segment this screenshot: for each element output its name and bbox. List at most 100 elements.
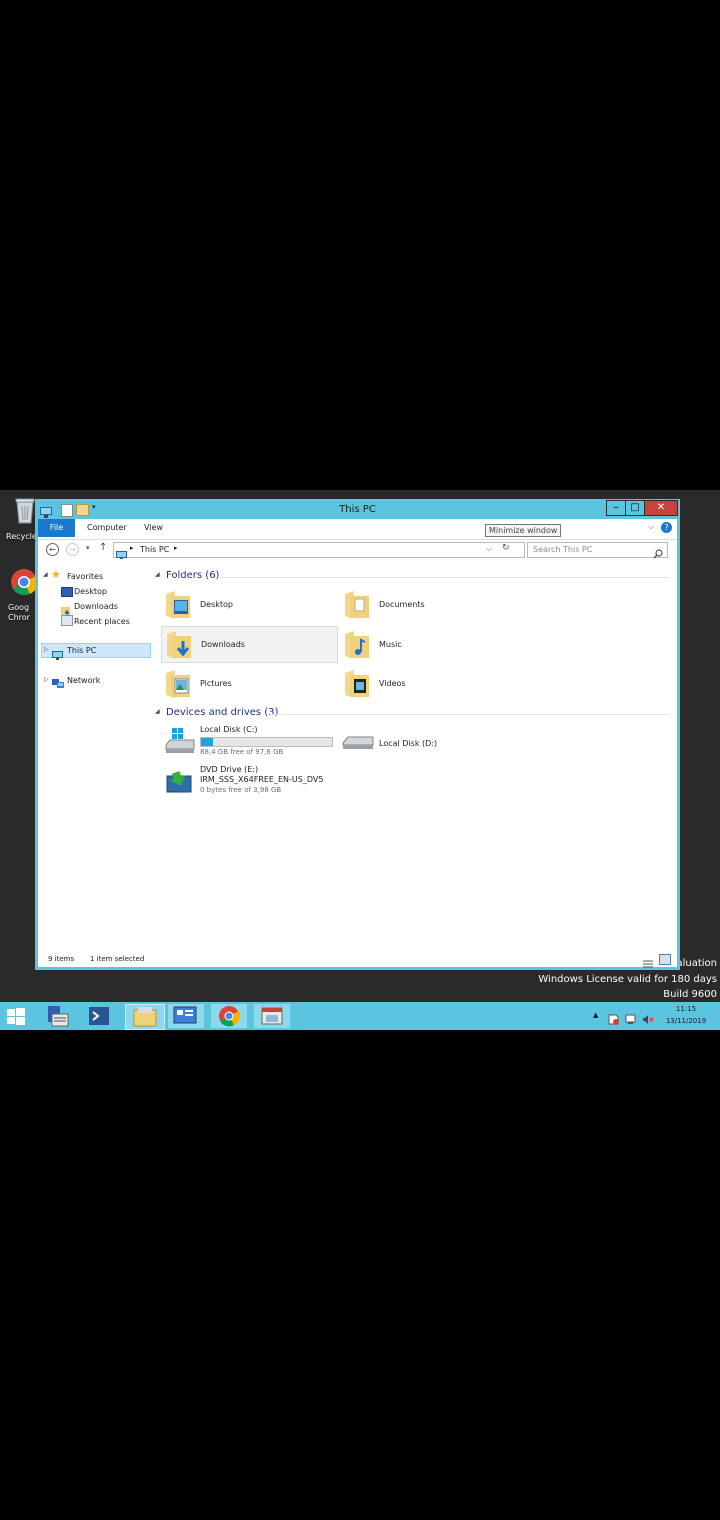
drive-d[interactable]: Local Disk (D:) <box>340 729 510 759</box>
recent-locations-icon[interactable]: ▾ <box>86 544 90 552</box>
file-explorer-icon[interactable] <box>125 1004 165 1030</box>
this-pc-expander-icon[interactable]: ▷ <box>44 646 49 653</box>
pictures-folder-icon <box>165 669 190 698</box>
folders-collapse-icon[interactable]: ◢ <box>155 571 160 578</box>
show-hidden-icons[interactable]: ▲ <box>593 1011 598 1019</box>
tab-file[interactable]: File <box>38 519 75 537</box>
drive-c-free: 88,4 GB free of 97,6 GB <box>200 748 284 756</box>
windows-drive-icon <box>164 727 196 755</box>
tab-view[interactable]: View <box>144 523 163 532</box>
breadcrumb[interactable]: This PC <box>140 545 169 554</box>
minimize-button[interactable]: – <box>606 500 626 516</box>
folder-documents-label: Documents <box>379 600 425 609</box>
title-bar[interactable]: ▾ This PC – □ ✕ <box>35 499 680 519</box>
large-icons-view-icon[interactable] <box>659 954 671 965</box>
recent-places-icon <box>61 615 73 626</box>
folder-desktop-label: Desktop <box>200 600 233 609</box>
volume-icon[interactable] <box>642 1010 654 1024</box>
help-icon[interactable]: ? <box>661 522 672 533</box>
powershell-icon[interactable] <box>82 1004 116 1028</box>
window-title: This PC <box>339 504 376 515</box>
documents-folder-icon <box>344 590 369 619</box>
server-manager-icon[interactable] <box>40 1004 74 1028</box>
nav-downloads[interactable]: Downloads <box>74 602 118 611</box>
folder-pictures-label: Pictures <box>200 679 232 688</box>
search-placeholder: Search This PC <box>533 545 593 554</box>
nav-network[interactable]: Network <box>67 676 100 685</box>
watermark-line2: Windows License valid for 180 days <box>538 974 717 985</box>
breadcrumb-separator-icon: ▸ <box>130 544 134 552</box>
folder-desktop[interactable]: Desktop <box>161 587 331 621</box>
navigation-pane: ◢ ★ Favorites Desktop Downloads Recent p… <box>38 559 154 951</box>
this-pc-nav-icon <box>52 645 63 660</box>
start-button[interactable] <box>5 1006 27 1026</box>
this-pc-icon <box>116 545 127 560</box>
videos-folder-icon <box>344 669 369 698</box>
downloads-small-icon <box>61 601 71 616</box>
nav-recent-places[interactable]: Recent places <box>74 617 130 626</box>
address-dropdown-icon[interactable]: ⌵ <box>486 544 492 554</box>
network-expander-icon[interactable]: ▷ <box>44 676 49 683</box>
dvd-drive-icon <box>165 768 193 794</box>
folder-pictures[interactable]: Pictures <box>161 666 331 700</box>
tab-computer[interactable]: Computer <box>87 523 127 532</box>
up-button[interactable]: ↑ <box>99 542 107 553</box>
drive-c[interactable]: Local Disk (C:) 88,4 GB free of 97,6 GB <box>161 724 336 759</box>
drive-e[interactable]: DVD Drive (E:) IRM_SSS_X64FREE_EN-US_DV5… <box>161 764 361 799</box>
ribbon-expand-icon[interactable]: ⌵ <box>648 522 654 532</box>
drives-group-title[interactable]: Devices and drives (3) <box>166 707 278 718</box>
hard-drive-icon <box>342 735 374 751</box>
back-button[interactable]: ← <box>46 543 59 556</box>
breadcrumb-chevron-icon[interactable]: ▸ <box>174 544 178 552</box>
drive-c-usage-fill <box>201 738 214 746</box>
address-field[interactable]: ▸ This PC ▸ ⌵ ↻ <box>113 542 525 560</box>
folder-documents[interactable]: Documents <box>340 587 510 621</box>
close-button[interactable]: ✕ <box>644 500 678 516</box>
folders-group-title[interactable]: Folders (6) <box>166 570 219 581</box>
nav-favorites[interactable]: Favorites <box>67 572 103 581</box>
folder-downloads[interactable]: Downloads <box>161 626 338 663</box>
action-center-icon[interactable] <box>608 1010 619 1025</box>
drive-e-volume-label: IRM_SSS_X64FREE_EN-US_DV5 <box>200 775 324 784</box>
chrome-icon[interactable] <box>10 568 38 596</box>
address-bar: ← → ▾ ↑ ▸ This PC ▸ ⌵ ↻ Search This PC <box>38 539 677 560</box>
drive-c-label: Local Disk (C:) <box>200 725 258 734</box>
desktop-small-icon <box>61 587 73 597</box>
downloads-folder-icon <box>166 630 191 659</box>
nav-desktop[interactable]: Desktop <box>74 587 107 596</box>
chrome-taskbar-icon[interactable] <box>211 1004 247 1028</box>
star-icon: ★ <box>51 568 61 581</box>
remote-app-icon[interactable] <box>254 1004 290 1028</box>
clock-time[interactable]: 11:15 <box>663 1005 709 1013</box>
ribbon: File Computer View Minimize window ⌵ ? <box>38 519 677 539</box>
favorites-expander-icon[interactable]: ◢ <box>43 571 48 578</box>
folder-videos[interactable]: Videos <box>340 666 510 700</box>
maximize-button[interactable]: □ <box>625 500 645 516</box>
search-input[interactable]: Search This PC <box>527 542 668 559</box>
folders-divider <box>220 577 669 578</box>
drive-e-free: 0 bytes free of 3,98 GB <box>200 786 282 794</box>
drive-d-label: Local Disk (D:) <box>379 739 438 748</box>
folder-videos-label: Videos <box>379 679 406 688</box>
content-pane: ◢ Folders (6) Desktop Documents Download… <box>154 559 677 951</box>
network-icon <box>52 674 64 688</box>
details-view-icon[interactable] <box>643 954 653 968</box>
refresh-icon[interactable]: ↻ <box>502 543 510 553</box>
drive-e-label: DVD Drive (E:) <box>200 765 259 774</box>
search-icon[interactable] <box>653 544 663 559</box>
drives-collapse-icon[interactable]: ◢ <box>155 708 160 715</box>
music-folder-icon <box>344 630 369 659</box>
control-panel-icon[interactable] <box>168 1004 204 1028</box>
nav-this-pc[interactable]: This PC <box>67 646 96 655</box>
network-tray-icon[interactable] <box>625 1010 636 1024</box>
folder-music[interactable]: Music <box>340 627 510 661</box>
folder-music-label: Music <box>379 640 402 649</box>
forward-button[interactable]: → <box>66 543 79 556</box>
clock-date[interactable]: 13/11/2019 <box>661 1017 711 1025</box>
status-selected: 1 item selected <box>90 955 145 963</box>
explorer-window: ▾ This PC – □ ✕ File Computer View Minim… <box>35 499 680 970</box>
chrome-shortcut-label: Goog Chror <box>8 603 30 622</box>
recycle-bin-icon[interactable] <box>14 496 36 524</box>
recycle-bin-label: Recycle <box>6 532 37 541</box>
watermark-line3: Build 9600 <box>663 989 717 1000</box>
